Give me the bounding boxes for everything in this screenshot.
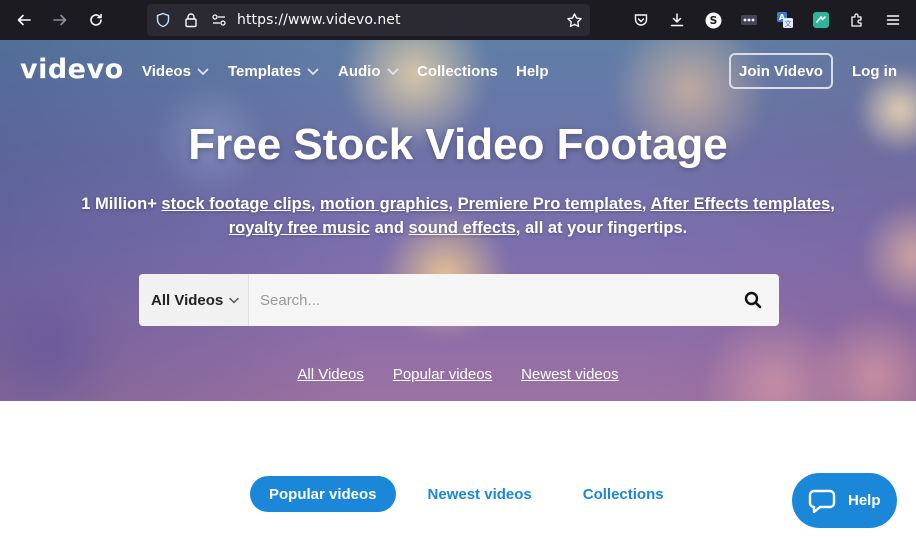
- subtitle-separator: ,: [310, 195, 321, 213]
- url-text[interactable]: https://www.videvo.net: [237, 12, 401, 28]
- quick-link-popular-videos[interactable]: Popular videos: [393, 366, 492, 383]
- quick-link-all-videos[interactable]: All Videos: [297, 366, 363, 383]
- search-input[interactable]: [250, 274, 720, 326]
- shield-icon[interactable]: [151, 8, 175, 32]
- nav-audio-label: Audio: [338, 63, 381, 80]
- hamburger-menu-icon[interactable]: [881, 8, 905, 32]
- translate-icon[interactable]: A文: [773, 8, 797, 32]
- quick-link-newest-videos[interactable]: Newest videos: [521, 366, 619, 383]
- page-title: Free Stock Video Footage: [188, 120, 728, 169]
- star-icon[interactable]: [562, 8, 586, 32]
- reload-icon[interactable]: [84, 8, 108, 32]
- subtitle-text: 1 Million+: [81, 195, 162, 213]
- help-widget-label: Help: [848, 492, 881, 509]
- chat-bubble-icon: [808, 489, 836, 513]
- link-premiere-pro-templates[interactable]: Premiere Pro templates: [458, 195, 642, 213]
- help-widget-button[interactable]: Help: [792, 473, 897, 528]
- s-extension-icon[interactable]: S: [701, 8, 725, 32]
- browser-toolbar: https://www.videvo.net S A文: [0, 0, 916, 40]
- nav-audio[interactable]: Audio: [338, 63, 399, 80]
- link-motion-graphics[interactable]: motion graphics: [320, 195, 448, 213]
- forward-arrow-icon[interactable]: [48, 8, 72, 32]
- pocket-icon[interactable]: [629, 8, 653, 32]
- link-sound-effects[interactable]: sound effects: [409, 219, 516, 237]
- join-videvo-button[interactable]: Join Videvo: [729, 53, 833, 89]
- nav-templates-label: Templates: [228, 63, 302, 80]
- search-bar: All Videos: [139, 274, 779, 326]
- nav-videos[interactable]: Videos: [142, 63, 209, 80]
- nav-help[interactable]: Help: [516, 63, 549, 80]
- green-extension-icon[interactable]: [809, 8, 833, 32]
- hero-banner: videvo Videos Templates Audio Collection…: [0, 40, 916, 401]
- back-arrow-icon[interactable]: [12, 8, 36, 32]
- nav-collections[interactable]: Collections: [417, 63, 498, 80]
- chevron-down-icon: [307, 68, 319, 75]
- link-after-effects-templates[interactable]: After Effects templates: [650, 195, 830, 213]
- tab-popular-videos[interactable]: Popular videos: [250, 476, 396, 512]
- log-in-link[interactable]: Log in: [852, 63, 897, 80]
- chevron-down-icon: [229, 297, 239, 304]
- chevron-down-icon: [387, 68, 398, 75]
- nav-videos-label: Videos: [142, 63, 191, 80]
- tab-newest-videos[interactable]: Newest videos: [428, 486, 532, 503]
- svg-text:文: 文: [785, 19, 792, 28]
- subtitle-text: and: [369, 219, 409, 237]
- lock-icon[interactable]: [179, 8, 203, 32]
- hero-subtitle: 1 Million+ stock footage clips, motion g…: [60, 192, 856, 240]
- nav-templates[interactable]: Templates: [228, 63, 319, 80]
- subtitle-text: , all at your fingertips.: [515, 219, 688, 237]
- search-category-label: All Videos: [151, 291, 224, 309]
- search-icon[interactable]: [741, 288, 765, 312]
- tab-collections[interactable]: Collections: [583, 486, 664, 503]
- svg-text:S: S: [709, 14, 717, 27]
- download-icon[interactable]: [665, 8, 689, 32]
- search-category-dropdown[interactable]: All Videos: [139, 274, 249, 326]
- chevron-down-icon: [197, 68, 209, 75]
- dots-extension-icon[interactable]: [737, 8, 761, 32]
- address-bar[interactable]: https://www.videvo.net: [147, 4, 590, 36]
- quick-links: All Videos Popular videos Newest videos: [0, 366, 916, 383]
- subtitle-separator: ,: [448, 195, 458, 213]
- link-stock-footage-clips[interactable]: stock footage clips: [161, 195, 310, 213]
- puzzle-icon[interactable]: [845, 8, 869, 32]
- link-royalty-free-music[interactable]: royalty free music: [229, 219, 370, 237]
- subtitle-separator: ,: [830, 195, 835, 213]
- videvo-logo[interactable]: videvo: [20, 54, 124, 85]
- content-tabs: Popular videos Newest videos Collections: [250, 476, 664, 512]
- permissions-icon[interactable]: [207, 8, 231, 32]
